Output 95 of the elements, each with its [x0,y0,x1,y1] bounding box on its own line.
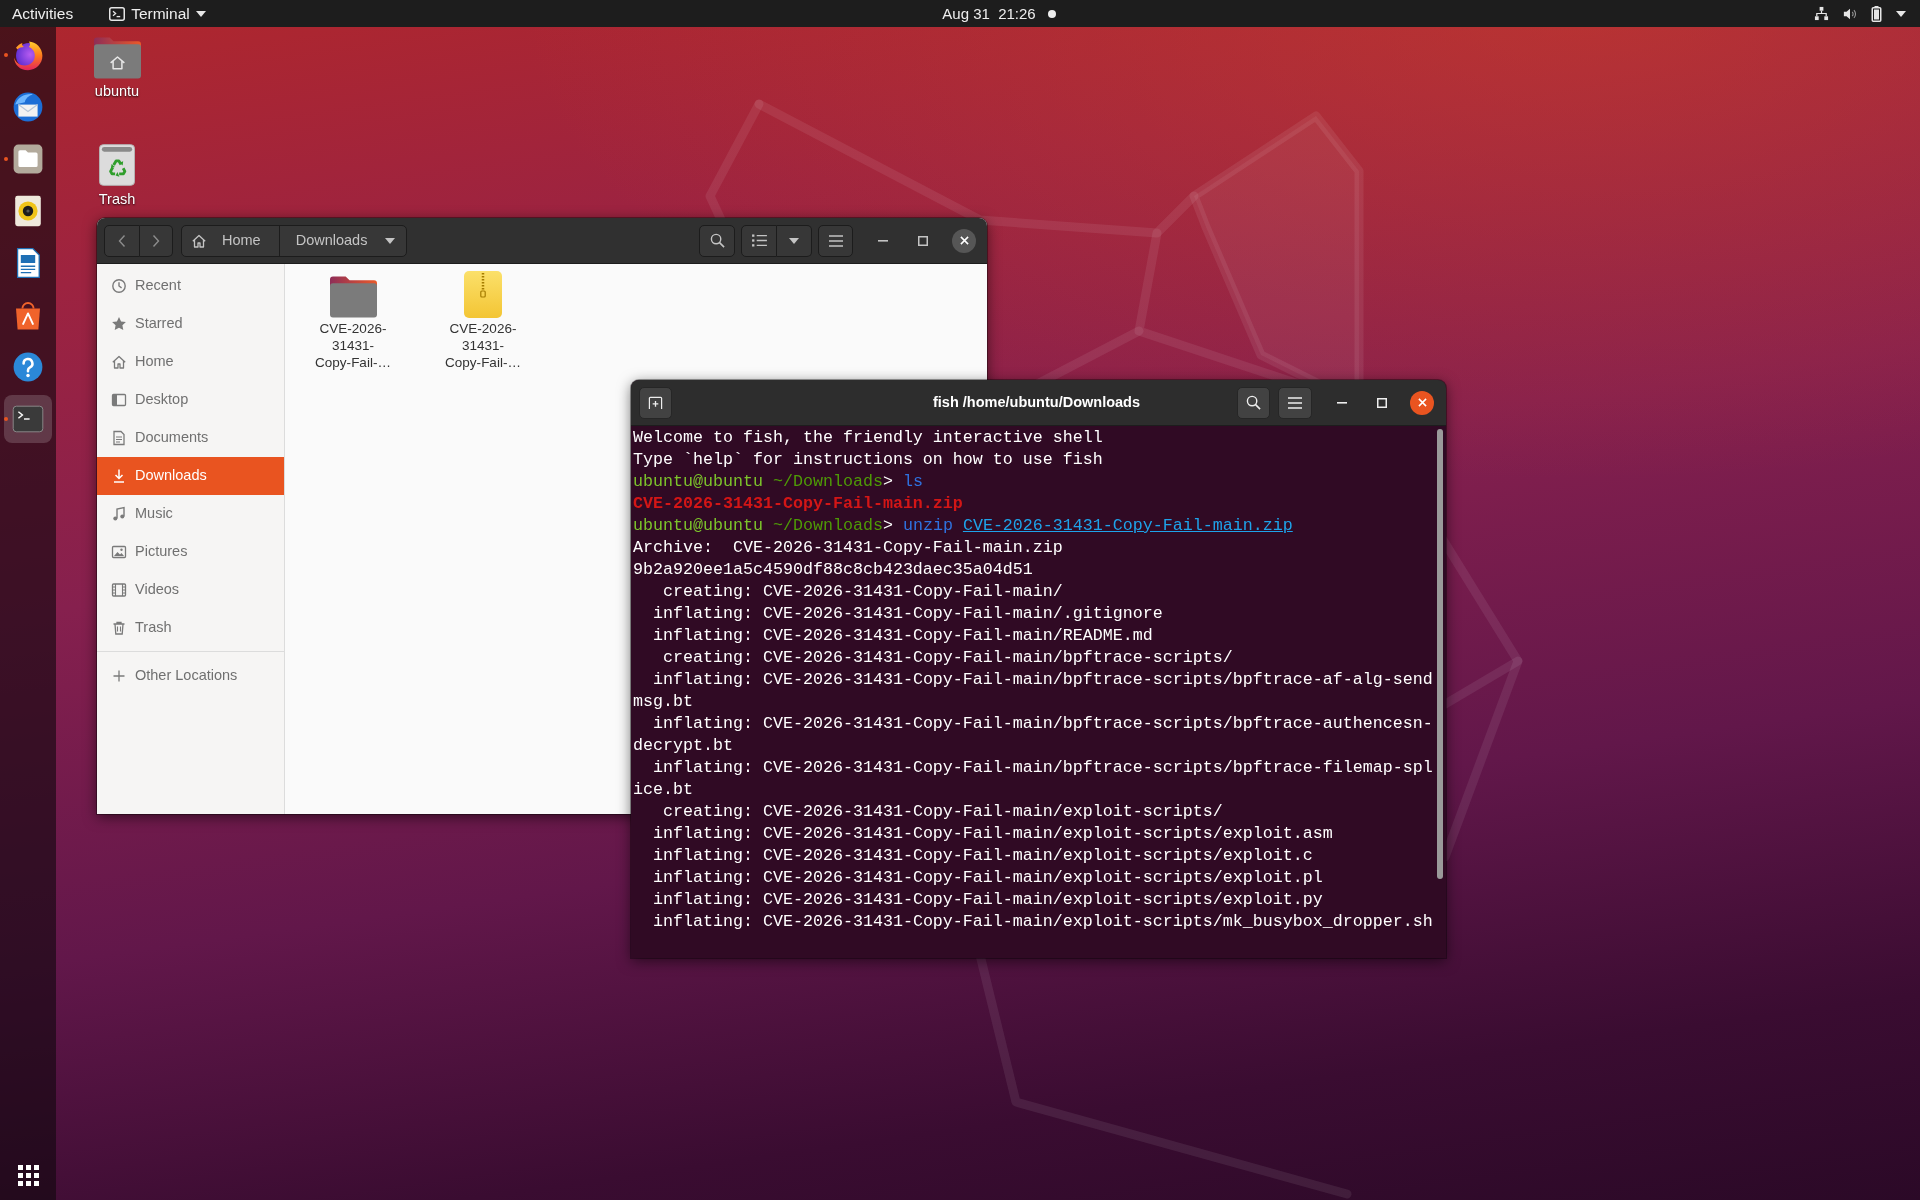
network-icon [1814,6,1829,21]
envelope-icon [12,91,44,123]
house-icon [191,232,207,249]
new-tab-button[interactable] [639,386,672,419]
sidebar-item[interactable]: Home [97,343,284,381]
sidebar-item[interactable]: Recent [97,267,284,305]
house-icon [111,354,127,370]
menu-button[interactable] [1278,386,1312,419]
volume-icon [1843,6,1857,21]
sidebar-item[interactable]: Pictures [97,533,284,571]
close-button[interactable] [1410,390,1434,415]
menu-button[interactable] [818,224,853,257]
back-button[interactable] [104,224,140,257]
activities-button[interactable]: Activities [12,0,74,27]
plus-icon [111,668,127,684]
sidebar-item[interactable]: Documents [97,419,284,457]
home-folder-shortcut[interactable]: ubuntu [67,36,167,100]
terminal-line: Welcome to fish, the friendly interactive shell [633,427,1103,449]
terminal-line: creating: CVE-2026-31431-Copy-Fail-main/ [662,581,1063,603]
close-icon [1417,398,1427,407]
sidebar-item[interactable]: Music [97,495,284,533]
terminal-line: inflating: CVE-2026-31431-Copy-Fail-main/.gitignore [652,603,1163,625]
sidebar-item[interactable]: Desktop [97,381,284,419]
terminal-line: creating: CVE-2026-31431-Copy-Fail-main/bpftrace-scripts/ [662,647,1233,669]
minimize-icon [1337,401,1347,404]
terminal-line: Type `help` for instructions on how to use fish [633,449,1103,471]
maximize-icon [1377,397,1387,408]
chevron-left-icon [118,233,126,248]
view-options-button[interactable] [777,224,812,257]
command-line: ubuntu@ubuntu ~/Downloads> ls [633,471,923,493]
file-item[interactable]: CVE-2026-31431-Copy-Fail-… [423,271,543,371]
search-icon [709,233,725,248]
music-note-icon [111,506,127,522]
terminal-line: inflating: CVE-2026-31431-Copy-Fail-main/exploit-scripts/exploit.py [652,889,1323,911]
terminal-icon [12,403,44,435]
sidebar-item[interactable]: Starred [97,305,284,343]
help-icon [12,351,44,383]
search-icon [1246,395,1261,410]
download-icon [111,468,127,484]
terminal-line: 9b2a920ee1a5c4590df88c8cb423daec35a04d51 [633,559,1033,581]
document-icon [111,430,127,446]
app-grid-icon [17,1164,39,1186]
caret-icon [195,10,206,17]
battery-icon [1871,5,1882,22]
terminal-line: Archive: CVE-2026-31431-Copy-Fail-main.zip [633,537,1063,559]
folder-icon [329,275,377,318]
terminal-line: inflating: CVE-2026-31431-Copy-Fail-main/README.md [652,625,1153,647]
zip-archive-icon [464,271,502,318]
tab-plus-icon [648,395,663,410]
menu-icon [828,234,843,247]
chevron-right-icon [152,233,160,248]
trash-icon [111,620,127,636]
speaker-icon [12,195,44,227]
sidebar-item[interactable]: Videos [97,571,284,609]
close-button[interactable] [952,228,976,253]
minimize-icon [878,239,888,242]
file-item[interactable]: CVE-2026-31431-Copy-Fail-… [293,271,413,371]
window-title: fish /home/ubuntu/Downloads [933,392,1140,412]
list-icon [751,234,767,247]
terminal-icon [109,6,126,21]
terminal-line: inflating: CVE-2026-31431-Copy-Fail-main/exploit-scripts/mk_busybox_dropper.sh [652,911,1433,933]
terminal-line: inflating: CVE-2026-31431-Copy-Fail-main/exploit-scripts/exploit.c [652,845,1313,867]
caret-icon [1896,10,1906,17]
picture-icon [111,544,127,560]
maximize-icon [918,235,928,246]
desktop-icon [111,392,127,408]
command-line: ubuntu@ubuntu ~/Downloads> unzip CVE-2026-31431-Copy-Fail-main.zip [633,515,1293,537]
star-icon [111,316,127,332]
terminal-line: inflating: CVE-2026-31431-Copy-Fail-main/exploit-scripts/exploit.pl [652,867,1323,889]
terminal-line: inflating: CVE-2026-31431-Copy-Fail-main/exploit-scripts/exploit.asm [652,823,1333,845]
view-button[interactable] [741,224,777,257]
sidebar-item[interactable]: Trash [97,609,284,647]
close-icon [959,236,969,245]
folder-icon [12,143,44,175]
app-menu[interactable]: Terminal [109,0,206,27]
terminal-line: creating: CVE-2026-31431-Copy-Fail-main/exploit-scripts/ [662,801,1223,823]
recycle-bin-icon [99,143,135,187]
scrollbar[interactable] [1437,429,1443,879]
clock-icon [111,278,127,294]
recycle-bin-shortcut[interactable]: Trash [67,143,167,208]
search-button[interactable] [1237,386,1270,419]
film-icon [111,582,127,598]
menu-icon [1288,396,1302,409]
terminal-line: CVE-2026-31431-Copy-Fail-main.zip [633,493,963,515]
clock-button[interactable]: Aug 31 21:26 [942,0,1056,27]
home-folder-icon [93,36,141,79]
sidebar-item[interactable]: Other Locations [97,657,284,695]
forward-button[interactable] [140,224,173,257]
sidebar-item[interactable]: Downloads [97,457,284,495]
path-segment[interactable]: Downloads [278,225,407,256]
search-button[interactable] [699,224,735,257]
path-segment[interactable]: Home [182,225,279,256]
caret-icon [385,237,396,244]
caret-icon [789,237,799,244]
flame-globe-icon [12,39,44,71]
